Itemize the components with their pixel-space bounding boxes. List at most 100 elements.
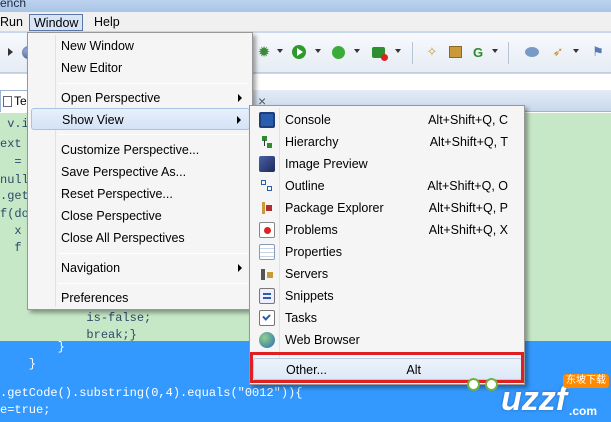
watermark-text: uzzf bbox=[501, 380, 568, 418]
servers-icon bbox=[259, 266, 275, 282]
menu-item-label: New Editor bbox=[61, 61, 123, 75]
watermark-circle-icon bbox=[485, 378, 498, 391]
menu-item-open-perspective[interactable]: Open Perspective bbox=[31, 87, 250, 109]
view-item-label: Web Browser bbox=[285, 333, 360, 347]
menu-item-label: Navigation bbox=[61, 261, 121, 275]
run-dropdown-icon[interactable] bbox=[315, 49, 321, 53]
view-item-label: Servers bbox=[285, 267, 329, 281]
gear-tool-icon[interactable]: ✹ bbox=[256, 44, 272, 61]
open-type-icon[interactable] bbox=[524, 44, 540, 60]
menu-item-reset-perspective[interactable]: Reset Perspective... bbox=[31, 183, 250, 205]
view-item-servers[interactable]: Servers bbox=[253, 263, 522, 285]
debug-dropdown-icon[interactable] bbox=[354, 49, 360, 53]
menu-separator bbox=[58, 253, 248, 254]
view-item-shortcut: Alt+Shift+Q, P bbox=[428, 201, 508, 215]
view-item-tasks[interactable]: Tasks bbox=[253, 307, 522, 329]
menu-item-show-view[interactable]: Show View bbox=[31, 108, 250, 130]
view-item-shortcut: Alt+Shift+Q, O bbox=[427, 179, 508, 193]
bookmark-icon[interactable]: ⚑ bbox=[590, 44, 606, 60]
web-browser-icon bbox=[259, 332, 275, 348]
view-item-problems[interactable]: Problems Alt+Shift+Q, X bbox=[253, 219, 522, 241]
code-line: } bbox=[0, 357, 37, 371]
package-explorer-icon bbox=[259, 200, 275, 216]
view-item-shortcut: Alt+Shift+Q, C bbox=[428, 113, 508, 127]
view-item-shortcut: Alt+Shift+Q, X bbox=[428, 223, 508, 237]
view-item-label: Console bbox=[285, 113, 331, 127]
view-item-shortcut: Alt+Shift+Q, T bbox=[429, 135, 508, 149]
snippets-icon bbox=[259, 288, 275, 304]
editor-tab-label: Te bbox=[14, 94, 27, 108]
menu-separator bbox=[58, 83, 248, 84]
run-icon[interactable] bbox=[291, 44, 307, 60]
menu-window[interactable]: Window bbox=[29, 14, 84, 31]
new-class-icon[interactable]: ✧ bbox=[424, 44, 440, 60]
watermark-circle-icon bbox=[467, 378, 480, 391]
view-item-web-browser[interactable]: Web Browser bbox=[253, 329, 522, 351]
watermark-logo: uzzf 东坡下载 .com bbox=[453, 372, 609, 420]
toolbar-separator bbox=[412, 42, 413, 64]
submenu-arrow-icon bbox=[238, 94, 242, 102]
window-title: ench bbox=[0, 0, 27, 10]
menu-item-new-window[interactable]: New Window bbox=[31, 35, 250, 57]
console-icon bbox=[259, 112, 275, 128]
view-item-package-explorer[interactable]: Package Explorer Alt+Shift+Q, P bbox=[253, 197, 522, 219]
view-item-label: Tasks bbox=[285, 311, 317, 325]
menu-item-label: Show View bbox=[62, 113, 124, 127]
view-item-outline[interactable]: Outline Alt+Shift+Q, O bbox=[253, 175, 522, 197]
new-wizard-dropdown-icon[interactable] bbox=[492, 49, 498, 53]
menu-item-close-perspective[interactable]: Close Perspective bbox=[31, 205, 250, 227]
menu-item-label: Customize Perspective... bbox=[61, 143, 200, 157]
search-dropdown-icon[interactable] bbox=[573, 49, 579, 53]
properties-icon bbox=[259, 244, 275, 260]
menu-item-label: Save Perspective As... bbox=[61, 165, 187, 179]
view-item-label: Snippets bbox=[285, 289, 334, 303]
menu-item-label: Reset Perspective... bbox=[61, 187, 173, 201]
view-item-label: Package Explorer bbox=[285, 201, 384, 215]
view-item-properties[interactable]: Properties bbox=[253, 241, 522, 263]
view-item-label: Properties bbox=[285, 245, 342, 259]
menu-help[interactable]: Help bbox=[90, 14, 124, 31]
submenu-arrow-icon bbox=[237, 116, 241, 124]
view-item-console[interactable]: Console Alt+Shift+Q, C bbox=[253, 109, 522, 131]
menu-run[interactable]: Run bbox=[0, 14, 27, 31]
java-file-icon bbox=[3, 96, 12, 107]
menu-bar: Run Window Help bbox=[0, 12, 611, 32]
new-wizard-icon[interactable]: G bbox=[470, 44, 486, 60]
outline-icon bbox=[259, 178, 275, 194]
tasks-icon bbox=[259, 310, 275, 326]
search-tool-icon[interactable]: ➶ bbox=[550, 44, 566, 60]
menu-item-save-perspective-as[interactable]: Save Perspective As... bbox=[31, 161, 250, 183]
submenu-arrow-icon bbox=[238, 264, 242, 272]
view-item-label: Outline bbox=[285, 179, 325, 193]
view-item-snippets[interactable]: Snippets bbox=[253, 285, 522, 307]
menu-separator bbox=[58, 134, 248, 135]
menu-item-label: Close All Perspectives bbox=[61, 231, 185, 245]
menu-item-label: New Window bbox=[61, 39, 134, 53]
view-item-label: Problems bbox=[285, 223, 338, 237]
code-line: v.i bbox=[0, 117, 29, 131]
view-item-hierarchy[interactable]: Hierarchy Alt+Shift+Q, T bbox=[253, 131, 522, 153]
code-line: f bbox=[0, 241, 22, 255]
image-preview-icon bbox=[259, 156, 275, 172]
package-icon[interactable] bbox=[447, 44, 463, 60]
show-view-submenu: Console Alt+Shift+Q, C Hierarchy Alt+Shi… bbox=[249, 105, 525, 385]
window-title-bar: ench bbox=[0, 0, 611, 12]
external-tools-dropdown-icon[interactable] bbox=[395, 49, 401, 53]
menu-item-close-all-perspectives[interactable]: Close All Perspectives bbox=[31, 227, 250, 249]
menu-item-label: Close Perspective bbox=[61, 209, 162, 223]
toolbar-arrow-icon[interactable] bbox=[2, 44, 18, 60]
toolbar-separator-2 bbox=[508, 42, 509, 64]
menu-item-customize-perspective[interactable]: Customize Perspective... bbox=[31, 139, 250, 161]
problems-icon bbox=[259, 222, 275, 238]
menu-item-label: Preferences bbox=[61, 291, 129, 305]
gear-dropdown-icon[interactable] bbox=[277, 49, 283, 53]
view-item-image-preview[interactable]: Image Preview bbox=[253, 153, 522, 175]
window-menu: New Window New Editor Open Perspective S… bbox=[27, 32, 253, 310]
external-tools-icon[interactable] bbox=[370, 44, 388, 61]
debug-run-icon[interactable] bbox=[330, 44, 346, 60]
watermark-domain: .com bbox=[569, 404, 598, 418]
menu-item-navigation[interactable]: Navigation bbox=[31, 257, 250, 279]
menu-item-preferences[interactable]: Preferences bbox=[31, 287, 250, 309]
view-item-label: Hierarchy bbox=[285, 135, 339, 149]
menu-item-new-editor[interactable]: New Editor bbox=[31, 57, 250, 79]
